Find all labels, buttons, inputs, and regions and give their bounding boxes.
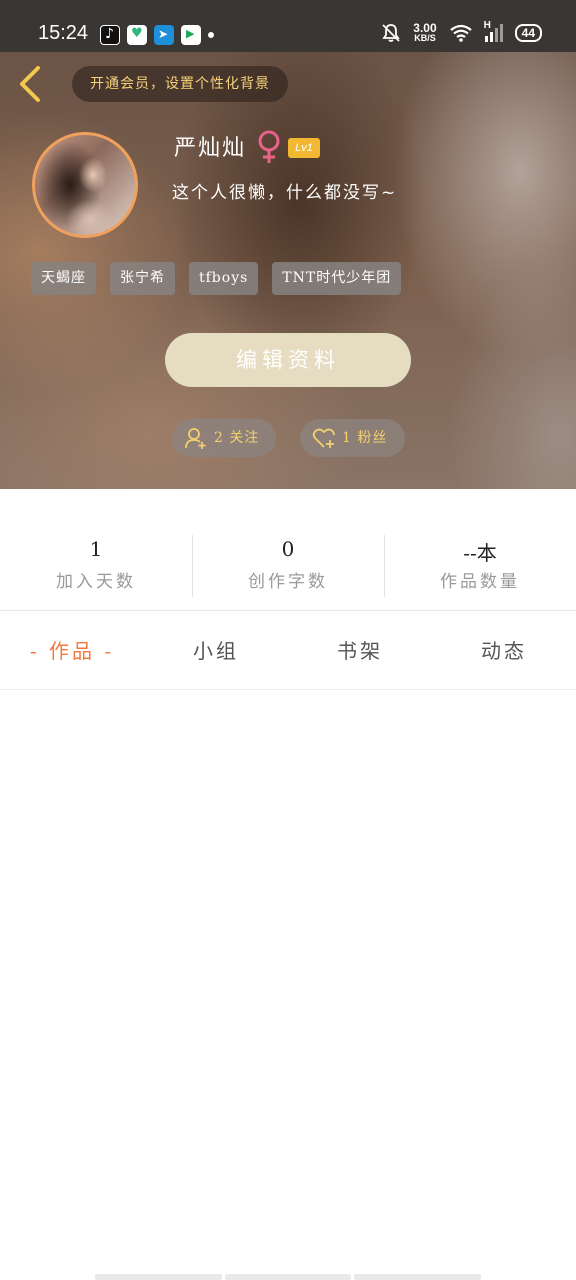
tag[interactable]: tfboys bbox=[189, 262, 259, 295]
stat-value: 0 bbox=[281, 537, 295, 561]
profile-header: 开通会员，设置个性化背景 严灿灿 Lv1 这个人很懒，什么都没写~ 天蝎座 张宁… bbox=[0, 52, 576, 489]
tag-list: 天蝎座 张宁希 tfboys TNT时代少年团 bbox=[31, 262, 402, 295]
more-notifications-dot-icon bbox=[208, 32, 214, 38]
fans-button[interactable]: 1 粉丝 bbox=[300, 419, 405, 457]
stat-label: 加入天数 bbox=[56, 572, 136, 592]
back-arrow-icon[interactable] bbox=[12, 64, 52, 104]
status-time: 15:24 bbox=[38, 22, 89, 44]
stat-value: --本 bbox=[463, 541, 497, 565]
tiktok-notification-icon bbox=[100, 25, 120, 45]
tag[interactable]: 张宁希 bbox=[110, 262, 175, 295]
battery-icon: 44 bbox=[514, 23, 542, 42]
nickname: 严灿灿 bbox=[174, 136, 247, 161]
tag[interactable]: 天蝎座 bbox=[31, 262, 96, 295]
level-badge: Lv1 bbox=[288, 138, 320, 158]
vip-banner[interactable]: 开通会员，设置个性化背景 bbox=[72, 66, 288, 102]
bell-off-icon bbox=[382, 23, 400, 42]
bottom-indicator bbox=[95, 1274, 482, 1280]
wifi-icon bbox=[449, 24, 472, 42]
telegram-notification-icon bbox=[154, 25, 174, 45]
stat-works-count: --本 作品数量 bbox=[384, 489, 576, 610]
tab-groups[interactable]: 小组 bbox=[144, 612, 288, 689]
tab-bookshelf[interactable]: 书架 bbox=[288, 612, 432, 689]
edit-profile-button[interactable]: 编辑资料 bbox=[165, 333, 411, 387]
female-gender-icon bbox=[258, 130, 280, 163]
status-bar: 15:24 3.00 KB/S H 44 bbox=[0, 0, 576, 52]
network-speed: 3.00 KB/S bbox=[413, 22, 436, 43]
fans-count-text: 1 粉丝 bbox=[342, 430, 388, 446]
following-count-text: 2 关注 bbox=[214, 430, 260, 446]
signal-type: H bbox=[483, 19, 491, 31]
stat-words-written: 0 创作字数 bbox=[192, 489, 384, 610]
tab-works[interactable]: - 作品 - bbox=[0, 612, 144, 689]
tab-activity[interactable]: 动态 bbox=[432, 612, 576, 689]
bio: 这个人很懒，什么都没写~ bbox=[172, 183, 398, 203]
following-button[interactable]: 2 关注 bbox=[172, 419, 276, 457]
profile-tabs: - 作品 - 小组 书架 动态 bbox=[0, 612, 576, 690]
notification-icons bbox=[100, 25, 214, 45]
signal-icon: H bbox=[484, 20, 503, 42]
heart-plus-icon bbox=[312, 428, 335, 448]
tag[interactable]: TNT时代少年团 bbox=[272, 262, 402, 295]
system-icons: 3.00 KB/S H 44 bbox=[381, 20, 542, 43]
net-speed-unit: KB/S bbox=[414, 33, 436, 43]
app-notification-icon bbox=[127, 25, 147, 45]
avatar[interactable] bbox=[32, 132, 138, 238]
stat-days-joined: 1 加入天数 bbox=[0, 489, 192, 610]
stat-value: 1 bbox=[89, 537, 103, 561]
video-app-notification-icon bbox=[181, 25, 201, 45]
stat-label: 作品数量 bbox=[440, 572, 520, 592]
person-plus-icon bbox=[185, 428, 206, 449]
stat-label: 创作字数 bbox=[248, 572, 328, 592]
tab-content-area bbox=[0, 691, 576, 1251]
profile-stats: 1 加入天数 0 创作字数 --本 作品数量 bbox=[0, 489, 576, 611]
